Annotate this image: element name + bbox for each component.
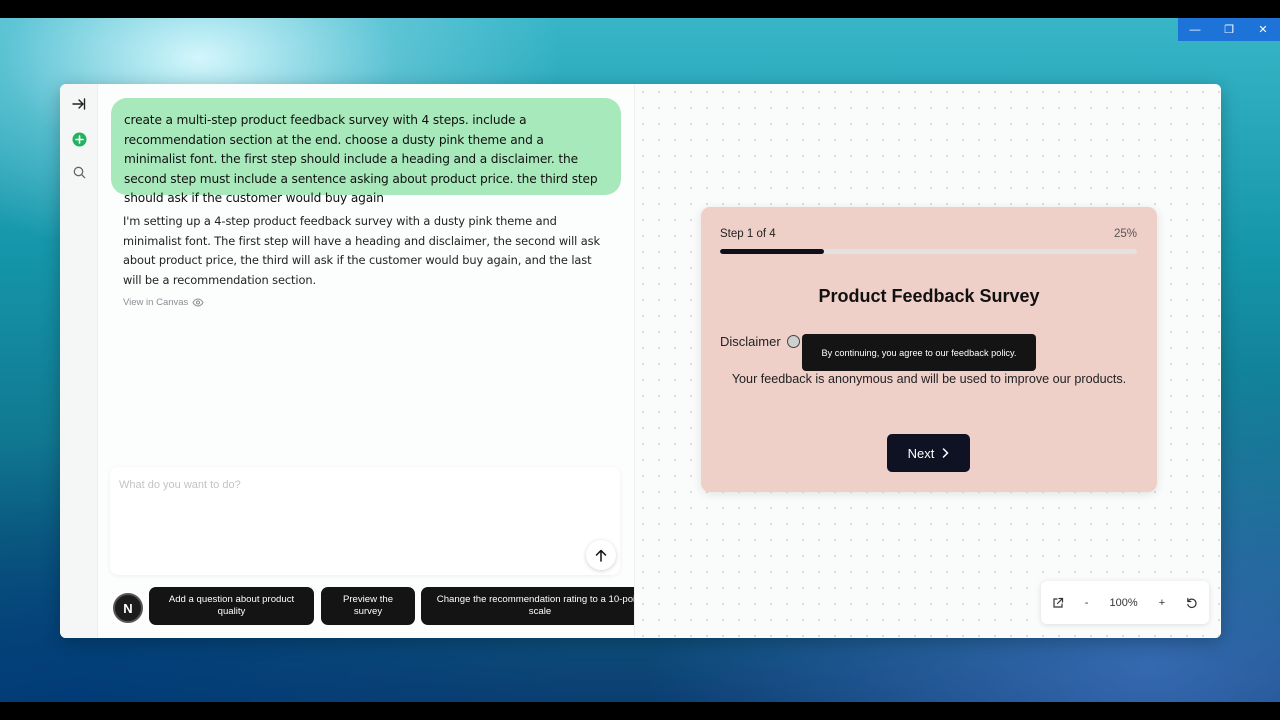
chevron-right-icon <box>943 448 949 458</box>
search-icon[interactable] <box>71 164 87 180</box>
prompt-input[interactable] <box>119 475 569 495</box>
reset-view-icon[interactable] <box>1186 597 1198 609</box>
view-in-canvas-label: View in Canvas <box>123 297 189 308</box>
open-external-icon[interactable] <box>1052 597 1064 609</box>
survey-title: Product Feedback Survey <box>818 286 1040 306</box>
restore-button[interactable]: ❐ <box>1212 18 1246 41</box>
avatar[interactable]: N <box>113 593 143 623</box>
eye-icon <box>192 298 204 307</box>
sidebar-rail <box>60 84 98 638</box>
info-icon[interactable] <box>786 335 800 348</box>
window-controls: — ❐ ✕ <box>1178 18 1280 41</box>
chat-panel: create a multi-step product feedback sur… <box>98 84 659 638</box>
send-button[interactable] <box>586 540 616 570</box>
arrow-up-icon <box>595 549 607 562</box>
minimize-button[interactable]: — <box>1178 18 1212 41</box>
disclaimer-row: Disclaimer <box>720 334 800 349</box>
survey-body-text: Your feedback is anonymous and will be u… <box>731 372 1127 386</box>
next-button[interactable]: Next <box>887 434 970 472</box>
zoom-out-button[interactable]: - <box>1085 597 1089 609</box>
assistant-message: I'm setting up a 4-step product feedback… <box>123 214 600 287</box>
view-in-canvas-link[interactable]: View in Canvas <box>123 297 204 308</box>
new-chat-icon[interactable] <box>71 131 87 147</box>
suggestion-preview-button[interactable]: Preview the survey <box>321 587 415 625</box>
survey-card: Step 1 of 4 25% Product Feedback Survey … <box>701 207 1157 492</box>
suggestion-add-question-button[interactable]: Add a question about product quality <box>149 587 314 625</box>
close-button[interactable]: ✕ <box>1246 18 1280 41</box>
collapse-arrow-icon[interactable] <box>71 96 87 112</box>
zoom-toolbar: - 100% + <box>1041 581 1209 624</box>
disclaimer-tooltip: By continuing, you agree to our feedback… <box>802 334 1036 371</box>
user-message: create a multi-step product feedback sur… <box>111 98 621 205</box>
progress-bar <box>720 249 1137 254</box>
step-label: Step 1 of 4 <box>720 228 776 240</box>
zoom-level: 100% <box>1109 596 1138 609</box>
suggestion-change-rating-button[interactable]: Change the recommendation rating to a 10… <box>421 587 659 625</box>
progress-percent: 25% <box>1113 228 1137 240</box>
canvas-panel: Step 1 of 4 25% Product Feedback Survey … <box>634 84 1221 638</box>
prompt-input-box <box>110 467 620 575</box>
zoom-in-button[interactable]: + <box>1159 597 1165 609</box>
disclaimer-label: Disclaimer <box>720 334 781 349</box>
app-window: create a multi-step product feedback sur… <box>60 84 1221 638</box>
next-label: Next <box>907 445 935 461</box>
progress-fill <box>720 249 825 254</box>
